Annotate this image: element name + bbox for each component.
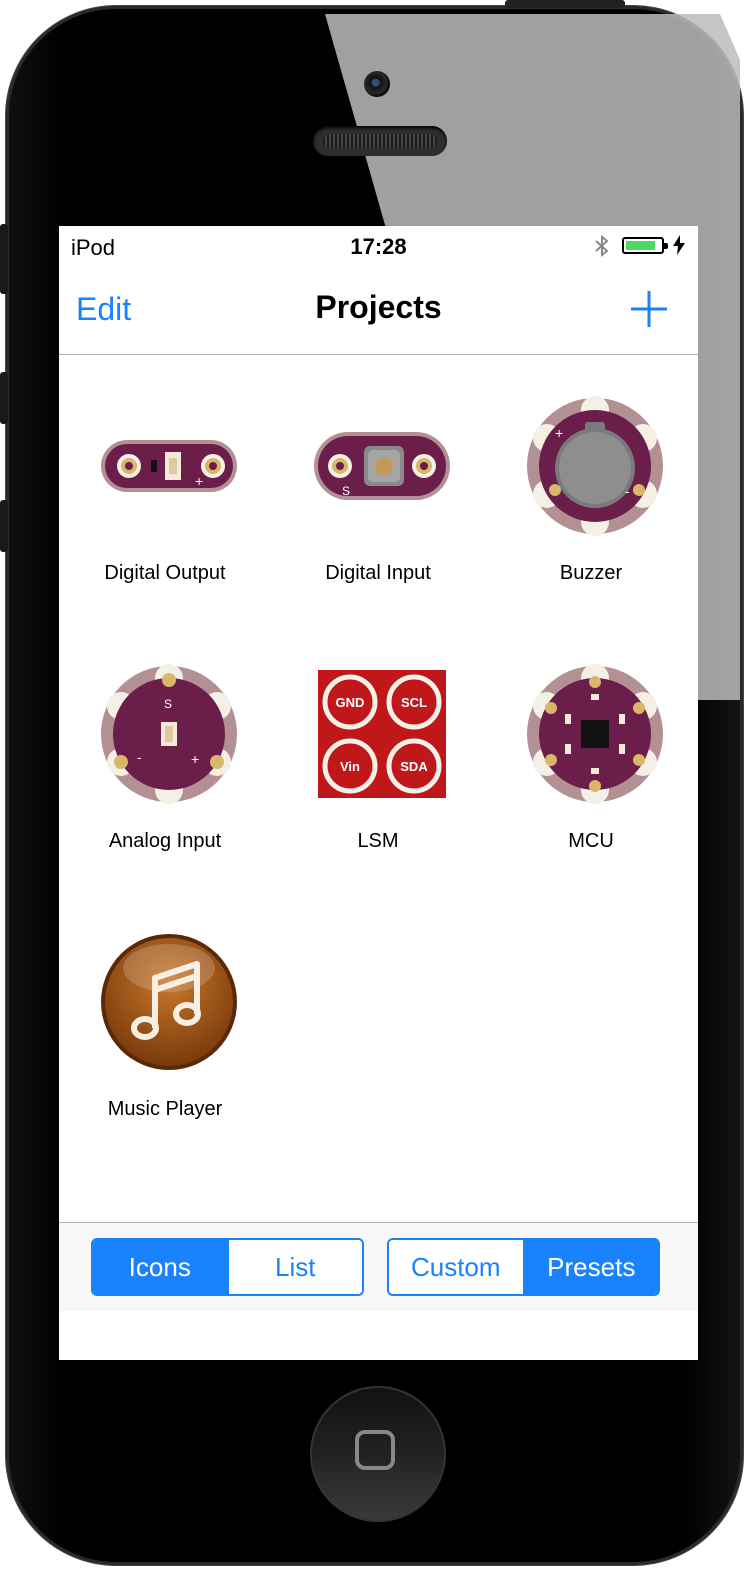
minus-label: - <box>137 749 142 765</box>
project-tile-digital-input[interactable]: S Digital Input <box>272 356 484 616</box>
project-label: LSM <box>357 830 399 852</box>
music-note-icon <box>101 934 237 1070</box>
icons-view-segment[interactable]: Icons <box>93 1240 227 1294</box>
battery-icon <box>622 237 668 254</box>
s-label: S <box>342 484 350 498</box>
volume-up-button <box>0 372 8 424</box>
home-button[interactable] <box>310 1386 446 1522</box>
charging-bolt-icon <box>673 235 685 255</box>
s-label: S <box>164 697 172 711</box>
plus-label: + <box>555 425 563 441</box>
status-bar: iPod 17:28 <box>59 226 698 266</box>
mcu-board-icon <box>527 664 663 804</box>
vin-label: Vin <box>340 759 360 774</box>
view-mode-segmented-control: Icons List <box>91 1238 364 1296</box>
battery-nub <box>664 243 668 249</box>
project-label: Digital Output <box>104 562 226 584</box>
navigation-bar: Edit Projects <box>59 266 698 355</box>
camera-icon <box>364 71 390 97</box>
screen: iPod 17:28 Edit Projects + Digital Outpu… <box>59 226 698 1360</box>
list-view-segment[interactable]: List <box>226 1240 362 1294</box>
project-label: Analog Input <box>108 830 222 852</box>
project-label: Music Player <box>107 1098 223 1120</box>
project-tile-music-player[interactable]: Music Player <box>59 892 271 1152</box>
presets-segment[interactable]: Presets <box>522 1240 658 1294</box>
battery-fill <box>626 241 655 250</box>
plus-label: + <box>191 751 199 767</box>
project-label: Buzzer <box>559 562 623 584</box>
lsm-board-icon: GND SCL Vin SDA <box>318 670 446 798</box>
project-tile-digital-output[interactable]: + Digital Output <box>59 356 271 616</box>
project-tile-analog-input[interactable]: S - + Analog Input <box>59 624 271 884</box>
plus-label: + <box>195 473 203 489</box>
project-label: Digital Input <box>325 562 431 584</box>
digital-output-board-icon: + <box>101 440 237 492</box>
page-title: Projects <box>315 289 442 325</box>
earpiece-speaker <box>313 126 447 156</box>
digital-input-board-icon: S <box>314 432 450 500</box>
add-project-button[interactable] <box>627 287 671 331</box>
gnd-label: GND <box>336 695 365 710</box>
sleep-button <box>505 0 625 8</box>
mute-switch <box>0 224 8 294</box>
scl-label: SCL <box>401 695 427 710</box>
source-segmented-control: Custom Presets <box>387 1238 660 1296</box>
custom-segment[interactable]: Custom <box>389 1240 523 1294</box>
bottom-toolbar: Icons List Custom Presets <box>59 1222 698 1311</box>
bluetooth-icon <box>595 234 609 258</box>
project-tile-lsm[interactable]: GND SCL Vin SDA LSM <box>272 624 484 884</box>
minus-label: - <box>625 483 630 499</box>
project-label: MCU <box>568 830 614 852</box>
project-tile-buzzer[interactable]: + - Buzzer <box>485 356 697 616</box>
home-square-icon <box>355 1430 395 1470</box>
buzzer-board-icon: + - <box>527 396 663 536</box>
volume-down-button <box>0 500 8 552</box>
plus-icon <box>631 291 667 327</box>
analog-input-board-icon: S - + <box>101 664 237 804</box>
project-tile-mcu[interactable]: MCU <box>485 624 697 884</box>
sda-label: SDA <box>400 759 428 774</box>
